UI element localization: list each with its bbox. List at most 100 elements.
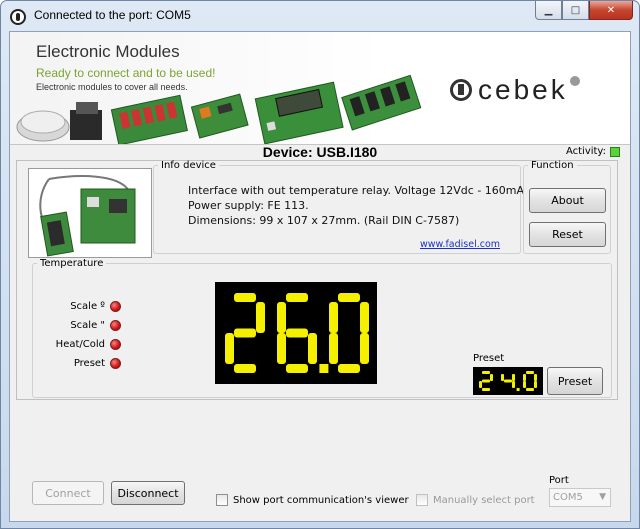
preset-label: Preset — [473, 353, 505, 364]
minimize-icon[interactable]: ▁ — [535, 1, 562, 20]
digit-segment-g — [504, 379, 512, 383]
digit-segment-d — [482, 388, 490, 391]
indicator-label: Scale º — [70, 301, 105, 312]
device-photo-image — [39, 175, 136, 257]
manual-port-checkbox[interactable]: Manually select port — [416, 494, 535, 506]
device-title: Device: USB.I180 — [262, 144, 378, 160]
digit-segment-g — [286, 328, 308, 338]
module-image-3 — [110, 94, 188, 144]
device-bar: Device: USB.I180 Activity: — [10, 145, 630, 159]
module-product-images — [16, 74, 422, 144]
checkbox-icon[interactable] — [416, 494, 428, 506]
decimal-point — [516, 388, 520, 391]
info-legend: Info device — [161, 160, 216, 171]
port-label: Port — [549, 475, 569, 486]
info-line-2: Power supply: FE 113. — [188, 199, 309, 212]
website-link[interactable]: www.fadisel.com — [420, 239, 500, 250]
close-icon[interactable]: ✕ — [589, 1, 633, 20]
port-select[interactable]: COM5 ▼ — [549, 488, 611, 507]
digit-segment-b — [512, 374, 515, 381]
digit-segment-c — [512, 381, 515, 388]
digit-segment-e — [523, 381, 526, 388]
dropdown-arrow-icon[interactable]: ▼ — [599, 492, 606, 502]
header-banner: Electronic Modules Ready to connect and … — [10, 32, 630, 145]
decimal-point — [319, 364, 329, 373]
disconnect-button[interactable]: Disconnect — [111, 481, 185, 505]
module-image-5 — [254, 81, 344, 144]
indicator-scale-degree: Scale º — [31, 301, 121, 312]
digit-segment-a — [234, 293, 256, 302]
window-controls: ▁ □ ✕ — [535, 1, 633, 20]
reset-button[interactable]: Reset — [529, 222, 606, 247]
preset-seven-segment — [479, 371, 537, 391]
temperature-display — [215, 282, 377, 384]
digit-segment-c — [308, 333, 317, 364]
temperature-legend: Temperature — [40, 258, 104, 269]
preset-button[interactable]: Preset — [547, 367, 603, 395]
function-legend: Function — [531, 160, 574, 171]
digit-segment-c — [534, 381, 537, 388]
digit-segment-e — [225, 333, 234, 364]
activity-label: Activity: — [565, 146, 606, 157]
led-icon — [110, 301, 121, 312]
digit-segment-f — [329, 302, 338, 333]
logo-text: cebek — [478, 74, 568, 105]
digit-segment-a — [338, 293, 360, 302]
device-photo — [28, 168, 152, 258]
digit-segment-b — [360, 302, 369, 333]
digit-segment-e — [277, 333, 286, 364]
logo-trademark-icon — [569, 76, 580, 86]
led-icon — [110, 320, 121, 331]
title-bar[interactable]: Connected to the port: COM5 ▁ □ ✕ — [1, 1, 639, 31]
manual-port-label: Manually select port — [433, 494, 535, 506]
indicator-preset: Preset — [31, 358, 121, 369]
digit-segment-d — [286, 364, 308, 373]
digit-segment-g — [482, 379, 490, 383]
led-icon — [110, 339, 121, 350]
digit-segment-f — [277, 302, 286, 333]
app-icon — [10, 9, 26, 25]
about-button[interactable]: About — [529, 188, 606, 213]
module-image-4 — [190, 93, 249, 139]
info-line-3: Dimensions: 99 x 107 x 27mm. (Rail DIN C… — [188, 214, 460, 227]
digit-segment-f — [523, 374, 526, 381]
digit-segment-e — [479, 381, 482, 388]
indicator-label: Heat/Cold — [55, 339, 105, 350]
cebek-logo: cebek — [450, 74, 580, 106]
digit-segment-g — [234, 328, 256, 338]
indicator-scale-inch: Scale " — [31, 320, 121, 331]
module-image-1 — [16, 110, 70, 142]
window-title: Connected to the port: COM5 — [34, 8, 191, 22]
app-window: Connected to the port: COM5 ▁ □ ✕ Electr… — [0, 0, 640, 529]
digit-segment-a — [482, 371, 490, 374]
led-icon — [110, 358, 121, 369]
digit-segment-a — [286, 293, 308, 302]
activity-indicator: Activity: — [566, 146, 620, 157]
digit-segment-e — [329, 333, 338, 364]
client-area: Electronic Modules Ready to connect and … — [9, 31, 631, 522]
indicator-heat-cold: Heat/Cold — [31, 339, 121, 350]
maximize-icon[interactable]: □ — [562, 1, 589, 20]
module-image-2 — [70, 102, 102, 140]
checkbox-icon[interactable] — [216, 494, 228, 506]
indicator-label: Scale " — [70, 320, 105, 331]
digit-segment-c — [360, 333, 369, 364]
digit-segment-b — [256, 302, 265, 333]
indicator-label: Preset — [73, 358, 105, 369]
port-select-value: COM5 — [553, 492, 583, 503]
digit-segment-a — [526, 371, 534, 374]
preset-display — [473, 367, 543, 395]
seven-segment-display — [225, 293, 369, 373]
info-line-1: Interface with out temperature relay. Vo… — [188, 184, 525, 197]
digit-segment-b — [490, 374, 493, 381]
module-image-6 — [341, 74, 422, 131]
digit-segment-b — [534, 374, 537, 381]
viewer-checkbox-label: Show port communication's viewer — [233, 494, 409, 506]
digit-segment-f — [501, 374, 504, 381]
digit-segment-d — [526, 388, 534, 391]
cebek-logo-icon — [450, 79, 472, 101]
viewer-checkbox[interactable]: Show port communication's viewer — [216, 494, 409, 506]
digit-segment-d — [338, 364, 360, 373]
connect-button[interactable]: Connect — [32, 481, 104, 505]
digit-segment-d — [234, 364, 256, 373]
